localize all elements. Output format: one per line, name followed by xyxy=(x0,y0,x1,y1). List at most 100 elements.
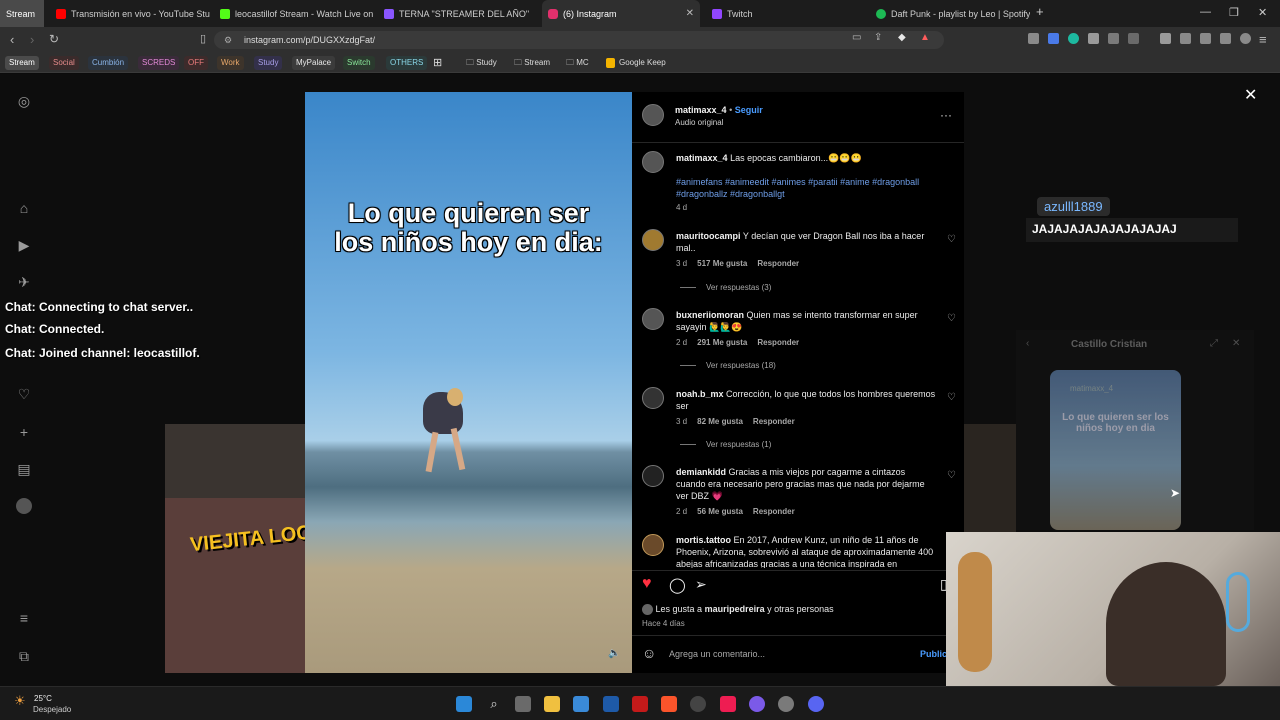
temperature[interactable]: 25°C xyxy=(34,694,52,703)
comment-username[interactable]: mauritoocampi xyxy=(676,231,741,241)
weather-status[interactable]: Despejado xyxy=(33,705,71,714)
more-options-icon[interactable]: ··· xyxy=(940,108,952,122)
bookmark-google-keep[interactable]: Google Keep xyxy=(606,56,666,70)
likes-suffix[interactable]: y otras personas xyxy=(767,604,834,614)
follow-button[interactable]: Seguir xyxy=(735,105,763,115)
store-icon[interactable] xyxy=(573,696,589,712)
bookmark-study[interactable]: Study xyxy=(254,56,283,70)
instagram-logo-icon[interactable]: ◎ xyxy=(16,93,32,109)
like-heart-icon[interactable]: ♥ xyxy=(642,575,652,593)
view-replies-button[interactable]: Ver respuestas (3) xyxy=(680,283,771,292)
comment-bubble-icon[interactable]: ◯ xyxy=(669,576,686,594)
comment-username[interactable]: buxneriiomoran xyxy=(676,310,744,320)
windows-start-icon[interactable] xyxy=(456,696,472,712)
apps-grid-icon[interactable]: ⊞ xyxy=(433,56,442,70)
cast-icon[interactable]: ▭ xyxy=(852,32,861,43)
file-explorer-icon[interactable] xyxy=(544,696,560,712)
extension-icon[interactable] xyxy=(1028,33,1039,44)
puzzle-icon[interactable] xyxy=(1108,33,1119,44)
close-icon[interactable]: ✕ xyxy=(1232,338,1240,349)
dashboard-icon[interactable]: ▤ xyxy=(16,461,32,477)
brave-browser-icon[interactable] xyxy=(661,696,677,712)
profile-avatar[interactable] xyxy=(16,498,32,514)
comment-like-icon[interactable]: ♡ xyxy=(947,392,956,403)
reply-button[interactable]: Responder xyxy=(753,417,795,426)
app-icon[interactable] xyxy=(632,696,648,712)
new-tab-icon[interactable]: + xyxy=(1036,4,1044,19)
reply-button[interactable]: Responder xyxy=(757,338,799,347)
comment-like-icon[interactable]: ♡ xyxy=(947,234,956,245)
downloads-icon[interactable] xyxy=(1220,33,1231,44)
weather-icon[interactable]: ☀ xyxy=(14,693,26,709)
bookmark-off[interactable]: OFF xyxy=(184,56,208,70)
folder-mc[interactable]: 🗀 MC xyxy=(566,56,589,70)
forward-icon[interactable]: › xyxy=(30,32,34,47)
comment-avatar[interactable] xyxy=(642,308,664,330)
comment-likes[interactable]: 517 Me gusta xyxy=(697,259,747,268)
app-icon[interactable] xyxy=(603,696,619,712)
audio-label[interactable]: Audio original xyxy=(675,118,723,127)
comment-avatar[interactable] xyxy=(642,465,664,487)
obs-icon[interactable] xyxy=(690,696,706,712)
comment-likes[interactable]: 82 Me gusta xyxy=(697,417,743,426)
tab-terna[interactable]: TERNA "STREAMER DEL AÑO" xyxy=(378,0,538,27)
tab-instagram[interactable]: (6) Instagram ✕ xyxy=(542,0,700,27)
shared-reel-thumbnail[interactable]: matimaxx_4 Lo que quieren ser los niños … xyxy=(1050,370,1181,530)
comment-username[interactable]: mortis.tattoo xyxy=(676,535,731,545)
bookmark-others[interactable]: OTHERS xyxy=(386,56,428,70)
mute-icon[interactable]: 🔈 xyxy=(608,648,620,659)
bookmark-cumbion[interactable]: Cumbión xyxy=(88,56,129,70)
more-menu-icon[interactable]: ≡ xyxy=(16,610,32,626)
close-modal-icon[interactable]: ✕ xyxy=(1244,85,1257,105)
messages-icon[interactable]: ✈ xyxy=(16,274,32,290)
expand-icon[interactable]: ⤢ xyxy=(1210,338,1218,349)
author-username[interactable]: matimaxx_4 xyxy=(675,105,727,115)
menu-icon[interactable]: ≡ xyxy=(1259,32,1267,47)
bookmark-social[interactable]: Social xyxy=(49,56,79,70)
comment-like-icon[interactable]: ♡ xyxy=(947,313,956,324)
minimize-icon[interactable]: — xyxy=(1200,6,1211,18)
comment-username[interactable]: noah.b_mx xyxy=(676,389,724,399)
app-icon[interactable] xyxy=(749,696,765,712)
discord-icon[interactable] xyxy=(808,696,824,712)
extension-icon[interactable] xyxy=(1128,33,1139,44)
home-icon[interactable]: ⌂ xyxy=(16,200,32,216)
comment-likes[interactable]: 291 Me gusta xyxy=(697,338,747,347)
extension-icon[interactable] xyxy=(1048,33,1059,44)
shield-icon[interactable]: ◆ xyxy=(898,32,906,43)
view-replies-button[interactable]: Ver respuestas (18) xyxy=(680,361,776,370)
folder-study[interactable]: 🗀 Study xyxy=(466,56,497,70)
comment-avatar[interactable] xyxy=(642,534,664,556)
bookmark-screds[interactable]: SCREDS xyxy=(138,56,180,70)
restore-icon[interactable]: ❐ xyxy=(1229,6,1239,19)
tab-spotify[interactable]: Daft Punk - playlist by Leo | Spotify xyxy=(870,0,1030,27)
emoji-icon[interactable]: ☺ xyxy=(642,645,656,661)
comment-avatar[interactable] xyxy=(642,387,664,409)
close-tab-icon[interactable]: ✕ xyxy=(686,8,694,19)
share-send-icon[interactable]: ➢ xyxy=(695,576,707,593)
rewards-icon[interactable]: ▲ xyxy=(920,32,930,43)
reply-button[interactable]: Responder xyxy=(757,259,799,268)
folder-stream[interactable]: 🗀 Stream xyxy=(514,56,550,70)
address-bar[interactable]: ⚙ instagram.com/p/DUGXXzdgFat/ xyxy=(214,31,944,49)
tab-twitch[interactable]: Twitch xyxy=(706,0,866,27)
create-icon[interactable]: + xyxy=(16,424,32,440)
reel-video[interactable]: Lo que quieren ser los niños hoy en dia:… xyxy=(305,92,632,673)
search-icon[interactable]: ⌕ xyxy=(486,696,502,712)
comment-input[interactable]: Agrega un comentario... xyxy=(669,649,765,659)
meta-apps-icon[interactable]: ⧉ xyxy=(16,648,32,664)
task-view-icon[interactable] xyxy=(515,696,531,712)
comment-like-icon[interactable]: ♡ xyxy=(947,470,956,481)
tab-kick[interactable]: leocastillof Stream - Watch Live on K xyxy=(214,0,374,27)
music-icon[interactable] xyxy=(1160,33,1171,44)
tab-group-stream[interactable]: Stream xyxy=(0,0,44,27)
close-window-icon[interactable]: ✕ xyxy=(1258,6,1267,19)
site-info-icon[interactable]: ⚙ xyxy=(224,31,232,49)
bookmark-icon[interactable]: ▯ xyxy=(200,32,206,45)
extension-icon[interactable] xyxy=(1088,33,1099,44)
vpn-icon[interactable] xyxy=(1240,33,1251,44)
caption-hashtags[interactable]: #animefans #animeedit #animes #paratii #… xyxy=(676,176,936,200)
tiktok-icon[interactable] xyxy=(720,696,736,712)
settings-icon[interactable] xyxy=(778,696,794,712)
view-replies-button[interactable]: Ver respuestas (1) xyxy=(680,440,771,449)
